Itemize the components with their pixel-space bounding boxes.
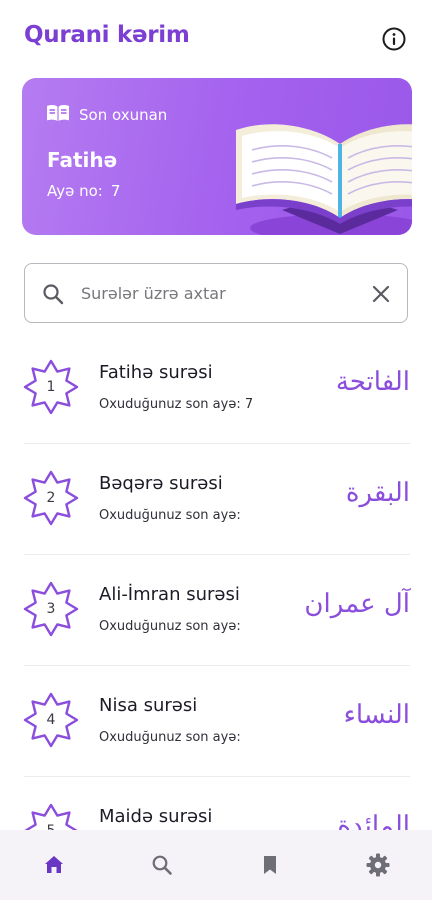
search-input[interactable]: [81, 278, 361, 308]
settings-icon: [366, 853, 390, 877]
ayah-value: 7: [110, 182, 121, 200]
surah-arabic-name: البقرة: [345, 478, 410, 508]
surah-name: Nisa surəsi: [99, 695, 198, 716]
nav-bookmarks[interactable]: [216, 830, 324, 900]
surah-arabic-name: آل عمران: [304, 589, 410, 619]
info-icon[interactable]: [381, 26, 407, 52]
surah-number: 4: [46, 712, 56, 728]
nav-settings[interactable]: [324, 830, 432, 900]
app-title: Qurani kərim: [24, 22, 190, 48]
surah-list: 1 Fatihə surəsi Oxuduğunuz son ayə: 7 ال…: [0, 333, 432, 830]
list-item[interactable]: 4 Nisa surəsi Oxuduğunuz son ayə: النساء: [0, 666, 432, 777]
surah-name: Fatihə surəsi: [99, 362, 213, 383]
list-item[interactable]: 3 Ali-İmran surəsi Oxuduğunuz son ayə: آ…: [0, 555, 432, 666]
last-read-ayah: Ayə no: 7: [47, 182, 120, 200]
surah-number: 3: [46, 601, 56, 617]
surah-number: 1: [46, 379, 56, 395]
search-icon: [41, 282, 65, 310]
last-read-card[interactable]: Son oxunan Fatihə Ayə no: 7: [22, 78, 412, 235]
surah-arabic-name: النساء: [343, 700, 410, 730]
home-icon: [45, 856, 63, 873]
search-bar: [24, 263, 408, 323]
bookmark-icon: [264, 856, 276, 874]
list-item[interactable]: 1 Fatihə surəsi Oxuduğunuz son ayə: 7 ال…: [0, 333, 432, 444]
surah-name: Bəqərə surəsi: [99, 473, 223, 494]
surah-name: Maidə surəsi: [99, 806, 213, 827]
app-header: Qurani kərim: [0, 0, 432, 76]
last-read-label: Son oxunan: [79, 106, 168, 124]
list-item[interactable]: 5 Maidə surəsi المائدة: [0, 777, 432, 830]
surah-number: 5: [23, 803, 79, 830]
surah-last-read: Oxuduğunuz son ayə: 7: [99, 397, 254, 412]
list-item[interactable]: 2 Bəqərə surəsi Oxuduğunuz son ayə: البق…: [0, 444, 432, 555]
last-read-header: Son oxunan: [46, 104, 167, 126]
quran-book-illustration: [236, 124, 412, 235]
clear-icon[interactable]: [370, 283, 392, 309]
surah-last-read: Oxuduğunuz son ayə:: [99, 508, 241, 523]
nav-home[interactable]: [0, 830, 108, 900]
surah-arabic-name: المائدة: [337, 811, 410, 830]
surah-arabic-name: الفاتحة: [335, 367, 410, 397]
surah-last-read: Oxuduğunuz son ayə:: [99, 730, 241, 745]
search-icon: [152, 855, 172, 875]
surah-name: Ali-İmran surəsi: [99, 584, 240, 605]
last-read-surah: Fatihə: [47, 148, 118, 172]
surah-number: 2: [46, 490, 56, 506]
ayah-label: Ayə no:: [47, 182, 103, 200]
bottom-nav: [0, 830, 432, 900]
surah-last-read: Oxuduğunuz son ayə:: [99, 619, 241, 634]
open-book-icon: [46, 104, 70, 126]
nav-search[interactable]: [108, 830, 216, 900]
